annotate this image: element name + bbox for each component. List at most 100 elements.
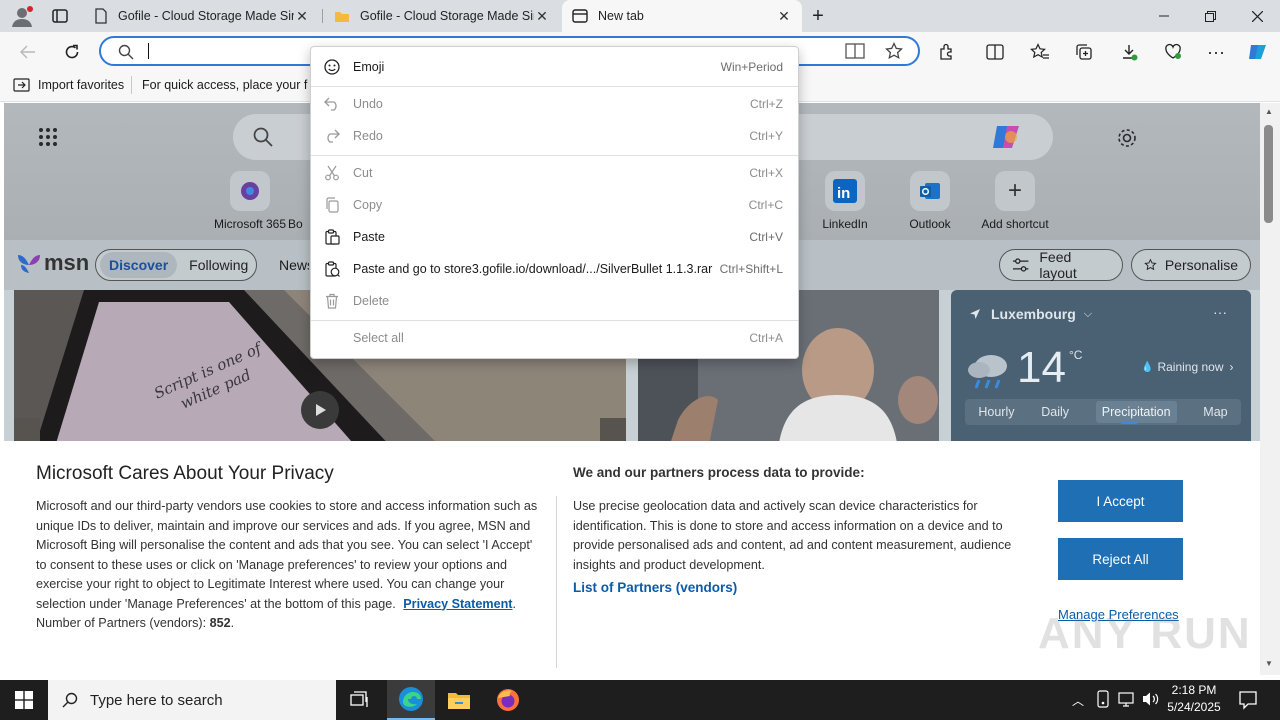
- scrollbar-thumb[interactable]: [1264, 125, 1273, 223]
- personalise-icon: [1144, 258, 1157, 271]
- more-options-icon[interactable]: ···: [1203, 40, 1229, 64]
- reject-all-button[interactable]: Reject All: [1058, 538, 1183, 580]
- minimize-button[interactable]: [1141, 0, 1187, 32]
- collections-icon[interactable]: [1071, 40, 1097, 64]
- menu-item-paste-and-go[interactable]: Paste and go to store3.gofile.io/downloa…: [311, 253, 798, 285]
- menu-item-emoji[interactable]: Emoji Win+Period: [311, 51, 798, 83]
- folder-icon: [448, 693, 470, 709]
- weather-more-icon[interactable]: ···: [1213, 304, 1227, 320]
- tray-device-icon[interactable]: [1096, 690, 1110, 708]
- privacy-statement-link[interactable]: Privacy Statement: [403, 597, 512, 611]
- chevron-down-icon: ⌵: [1083, 307, 1093, 320]
- clock-time: 2:18 PM: [1171, 683, 1217, 697]
- task-view-button[interactable]: [336, 680, 384, 720]
- copy-icon: [326, 197, 339, 213]
- taskbar-search[interactable]: Type here to search: [48, 680, 336, 720]
- downloads-icon[interactable]: [1116, 40, 1142, 64]
- page-scrollbar[interactable]: ▲ ▼: [1260, 103, 1280, 675]
- feed-layout-button[interactable]: Feed layout: [999, 249, 1123, 281]
- profile-avatar[interactable]: [8, 4, 36, 28]
- privacy-body: Microsoft and our third-party vendors us…: [36, 499, 538, 630]
- weather-card[interactable]: Luxembourg ⌵ ··· 14 °C 💧 Raining now › H…: [951, 290, 1251, 450]
- msn-logo-text: msn: [44, 250, 90, 275]
- menu-item-undo[interactable]: Undo Ctrl+Z: [311, 88, 798, 120]
- tab-title: Gofile - Cloud Storage Made Simple: [118, 9, 294, 23]
- tab-gofile-1[interactable]: Gofile - Cloud Storage Made Simple ✕: [84, 0, 320, 32]
- add-icon: +: [995, 171, 1035, 211]
- privacy-body-text: Microsoft and our third-party vendors us…: [36, 499, 538, 611]
- back-icon[interactable]: [15, 40, 41, 64]
- tab-discover[interactable]: Discover: [100, 252, 178, 278]
- window-close-button[interactable]: [1234, 0, 1280, 32]
- weather-location[interactable]: Luxembourg ⌵: [969, 306, 1092, 322]
- weather-status[interactable]: 💧 Raining now ›: [1141, 360, 1234, 374]
- paste-go-icon: [325, 261, 340, 277]
- favorites-icon[interactable]: [1027, 40, 1053, 64]
- extensions-icon[interactable]: [934, 40, 960, 64]
- copilot-icon[interactable]: [989, 121, 1023, 153]
- data-processing-title: We and our partners process data to prov…: [573, 465, 865, 480]
- accept-button[interactable]: I Accept: [1058, 480, 1183, 522]
- immersive-reader-icon[interactable]: [845, 43, 865, 59]
- firefox-icon: [497, 689, 519, 711]
- close-icon[interactable]: ✕: [294, 8, 310, 24]
- favorite-star-icon[interactable]: [885, 42, 903, 60]
- tab-news[interactable]: News: [279, 257, 309, 273]
- menu-shortcut: Win+Period: [720, 60, 783, 74]
- msn-tab-group: Discover Following: [95, 249, 257, 281]
- tab-gofile-2[interactable]: Gofile - Cloud Storage Made Simple ✕: [324, 0, 560, 32]
- weather-tabs: Hourly Daily Precipitation Map: [965, 399, 1241, 425]
- new-tab-button[interactable]: +: [808, 6, 828, 26]
- tab-title: Gofile - Cloud Storage Made Simple: [360, 9, 534, 23]
- taskbar-search-placeholder: Type here to search: [90, 691, 223, 709]
- tab-new-tab[interactable]: New tab ✕: [562, 0, 802, 32]
- weather-tab-precipitation[interactable]: Precipitation: [1095, 401, 1177, 423]
- weather-tab-map[interactable]: Map: [1203, 405, 1227, 419]
- network-icon[interactable]: [1118, 691, 1136, 707]
- close-icon[interactable]: ✕: [776, 8, 792, 24]
- taskbar-firefox[interactable]: [484, 680, 532, 720]
- shortcut-add[interactable]: + Add shortcut: [976, 171, 1054, 231]
- taskbar-file-explorer[interactable]: [435, 680, 483, 720]
- copilot-icon[interactable]: [1245, 40, 1271, 64]
- shortcut-outlook[interactable]: Outlook: [891, 171, 969, 231]
- shortcut-microsoft-365[interactable]: Microsoft 365: [211, 171, 289, 231]
- menu-item-select-all[interactable]: Select all Ctrl+A: [311, 322, 798, 354]
- refresh-icon[interactable]: [59, 40, 85, 64]
- menu-label: Emoji: [353, 60, 385, 74]
- menu-item-delete[interactable]: Delete: [311, 285, 798, 317]
- taskbar-edge[interactable]: [387, 680, 435, 720]
- menu-item-paste[interactable]: Paste Ctrl+V: [311, 221, 798, 253]
- start-button[interactable]: [0, 680, 48, 720]
- notifications-icon[interactable]: [1238, 690, 1258, 710]
- shortcut-linkedin[interactable]: in LinkedIn: [806, 171, 884, 231]
- cut-icon: [325, 165, 339, 181]
- restore-button[interactable]: [1187, 0, 1233, 32]
- tab-following[interactable]: Following: [189, 257, 248, 273]
- menu-item-cut[interactable]: Cut Ctrl+X: [311, 157, 798, 189]
- menu-item-redo[interactable]: Redo Ctrl+Y: [311, 120, 798, 152]
- import-favorites-link[interactable]: Import favorites: [38, 78, 124, 92]
- menu-label: Select all: [353, 331, 404, 345]
- menu-item-copy[interactable]: Copy Ctrl+C: [311, 189, 798, 221]
- split-screen-icon[interactable]: [982, 40, 1008, 64]
- performance-icon[interactable]: [1160, 40, 1186, 64]
- partners-label: Number of Partners (vendors):: [36, 616, 207, 630]
- app-launcher-icon[interactable]: [38, 127, 58, 147]
- close-icon[interactable]: ✕: [534, 8, 550, 24]
- weather-unit: °C: [1069, 348, 1083, 362]
- tab-actions-icon[interactable]: [50, 7, 70, 25]
- weather-tab-daily[interactable]: Daily: [1041, 405, 1069, 419]
- taskbar-clock[interactable]: 2:18 PM 5/24/2025: [1158, 682, 1230, 716]
- outlook-icon: [920, 183, 940, 199]
- scroll-down-icon[interactable]: ▼: [1265, 659, 1273, 668]
- weather-tab-hourly[interactable]: Hourly: [978, 405, 1014, 419]
- page-settings-icon[interactable]: [1116, 127, 1138, 149]
- personalise-button[interactable]: Personalise: [1131, 249, 1251, 281]
- list-of-partners-link[interactable]: List of Partners (vendors): [573, 580, 737, 595]
- play-icon[interactable]: [301, 391, 339, 429]
- scroll-up-icon[interactable]: ▲: [1265, 107, 1273, 116]
- shortcut-partial[interactable]: Bo: [288, 171, 312, 231]
- privacy-title: Microsoft Cares About Your Privacy: [36, 463, 334, 484]
- tray-chevron-icon[interactable]: ︿: [1072, 692, 1084, 709]
